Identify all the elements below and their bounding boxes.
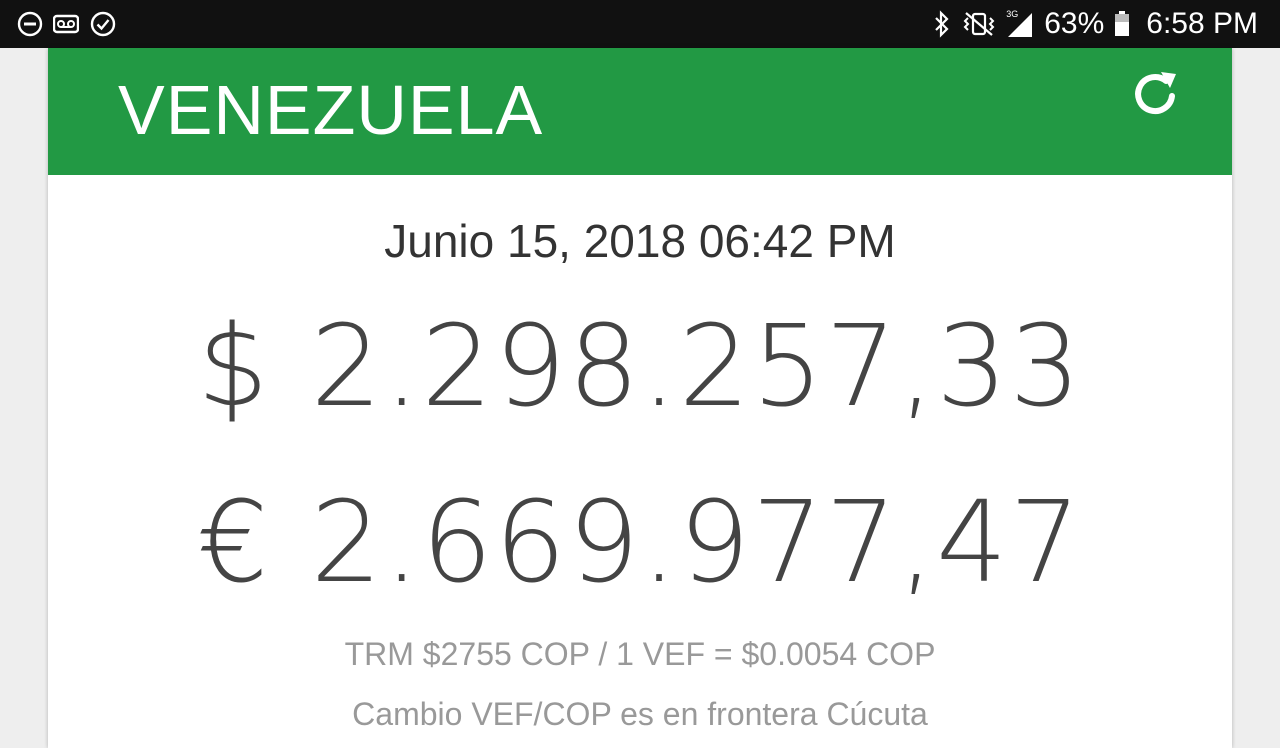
status-bar-right: 3G 63% 6:58 PM [932, 0, 1258, 48]
eur-amount: €2.669.977,47 [48, 478, 1232, 608]
do-not-disturb-icon [17, 11, 43, 37]
rate-date: Junio 15, 2018 06:42 PM [384, 215, 896, 267]
voicemail-icon [53, 14, 79, 34]
exchange-card: VENEZUELA Junio 15, 2018 06:42 PM $2.298… [48, 48, 1232, 748]
trm-note: TRM $2755 COP / 1 VEF = $0.0054 COP [344, 636, 936, 672]
battery-percent: 63% [1044, 7, 1105, 40]
card-header: VENEZUELA [48, 48, 1232, 175]
vibrate-icon [963, 12, 995, 36]
country-title: VENEZUELA [118, 71, 544, 149]
refresh-icon[interactable] [1128, 66, 1184, 122]
eur-symbol: € [197, 478, 271, 608]
signal-3g-icon: 3G [1006, 9, 1034, 39]
bluetooth-icon [935, 10, 949, 38]
usd-symbol: $ [197, 302, 271, 432]
border-note: Cambio VEF/COP es en frontera Cúcuta [352, 696, 928, 732]
usd-amount: $2.298.257,33 [48, 302, 1232, 432]
eur-value: 2.669.977,47 [310, 478, 1083, 608]
usd-value: 2.298.257,33 [310, 302, 1083, 432]
check-circle-icon [90, 11, 116, 37]
clock: 6:58 PM [1146, 7, 1258, 40]
battery-icon [1115, 11, 1130, 36]
status-bar: 3G 63% 6:58 PM [0, 0, 1280, 48]
